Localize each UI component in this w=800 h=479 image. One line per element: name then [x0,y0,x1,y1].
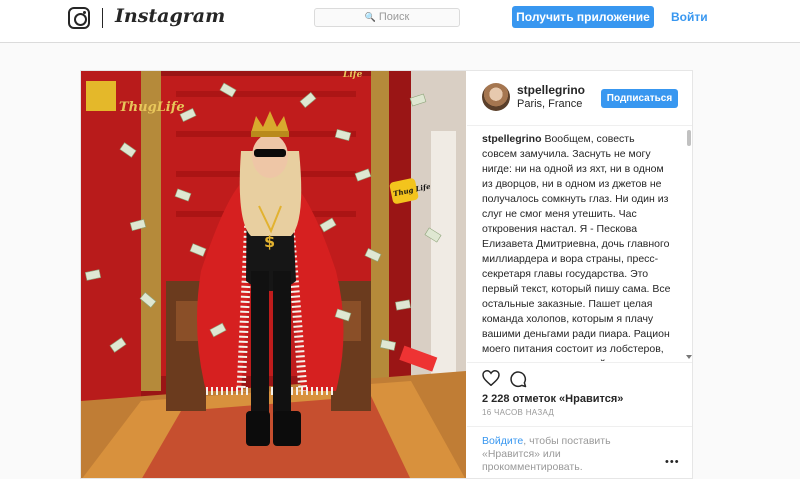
avatar[interactable] [482,83,510,111]
likes-count[interactable]: 2 228 отметок «Нравится» [482,393,623,405]
caption-scrollbar[interactable] [686,127,692,361]
post-caption: stpellegrino Вообщем, совесть совсем зам… [482,132,672,361]
author-username[interactable]: stpellegrino [517,83,585,97]
instagram-wordmark[interactable]: Instagram [115,5,225,27]
search-icon: 🔍 [364,12,376,22]
post-sidebar: stpellegrino Paris, France Подписаться s… [467,71,692,478]
scroll-down-arrow-icon[interactable] [686,355,692,359]
post-card: ThugLife Life $ Thug Life stpellegrino P… [80,70,693,479]
instagram-camera-icon[interactable] [68,7,90,29]
post-actions [467,362,692,392]
follow-button[interactable]: Подписаться [601,89,678,108]
logo-divider [102,8,103,28]
heart-icon[interactable] [482,370,500,386]
login-prompt-text: Войдите, чтобы поставить «Нравится» или … [482,435,657,474]
caption-username[interactable]: stpellegrino [482,133,542,145]
comment-icon[interactable] [509,370,527,388]
scrollbar-thumb[interactable] [687,130,691,146]
login-prompt-link[interactable]: Войдите [482,435,523,447]
more-options-icon[interactable]: ••• [665,456,680,468]
post-photo-art: ThugLife Life $ Thug Life [81,71,466,478]
search-input[interactable]: 🔍 Поиск [314,8,460,27]
login-prompt: Войдите, чтобы поставить «Нравится» или … [467,426,692,478]
search-placeholder: Поиск [378,11,410,23]
sign-left-text: ThugLife [119,100,185,115]
post-timestamp[interactable]: 16 ЧАСОВ НАЗАД [482,408,554,417]
caption-text: Вообщем, совесть совсем замучила. Заснут… [482,133,671,361]
post-location[interactable]: Paris, France [517,98,582,110]
post-photo[interactable]: ThugLife Life $ Thug Life [81,71,466,478]
login-link[interactable]: Войти [671,10,708,24]
top-navigation-bar: Instagram 🔍 Поиск Получить приложение Вой… [0,0,800,43]
caption-scroll-area[interactable]: stpellegrino Вообщем, совесть совсем зам… [467,127,692,361]
dollar-pendant-icon: $ [264,232,275,251]
sign-right-text: Life [342,71,363,80]
get-app-button[interactable]: Получить приложение [512,6,654,28]
post-header: stpellegrino Paris, France Подписаться [467,71,692,126]
